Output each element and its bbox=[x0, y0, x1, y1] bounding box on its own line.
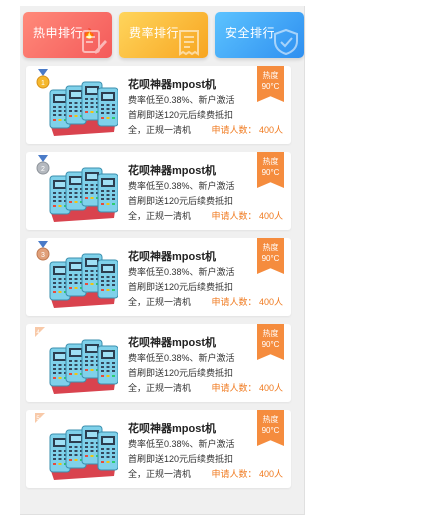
pos-machine-image bbox=[49, 339, 118, 394]
tab-hot-ranking[interactable]: 热申排行🔥 bbox=[23, 12, 112, 58]
heat-value: 90°C bbox=[261, 426, 280, 435]
heat-value: 90°C bbox=[261, 82, 280, 91]
pos-machine-image bbox=[49, 253, 118, 308]
applicant-count: 申请人数： 400人 bbox=[211, 383, 283, 393]
heat-label: 热度 bbox=[262, 243, 279, 252]
heat-label: 热度 bbox=[262, 329, 279, 338]
applicant-count: 申请人数： 400人 bbox=[211, 125, 283, 135]
heat-label: 热度 bbox=[262, 157, 279, 166]
heat-value: 90°C bbox=[261, 254, 280, 263]
product-title: 花呗神器mpost机 bbox=[128, 251, 216, 263]
product-title: 花呗神器mpost机 bbox=[128, 79, 216, 91]
heat-badge: 热度 90°C bbox=[257, 66, 284, 102]
product-card[interactable]: 4 花呗神器mpost机 费率低至0.38%、新户激活首刷即送120元后续费抵扣… bbox=[26, 324, 291, 402]
heat-badge: 热度 90°C bbox=[257, 238, 284, 274]
product-card[interactable]: 3 花呗神器mpost机 费率低至0.38%、新户激活首刷即送120元后续费抵扣… bbox=[26, 238, 291, 316]
heat-value: 90°C bbox=[261, 168, 280, 177]
heat-label: 热度 bbox=[262, 415, 279, 424]
receipt-icon bbox=[179, 30, 199, 56]
ranking-tabs: 热申排行🔥 费率排行 安全排行 bbox=[23, 12, 304, 64]
heat-value: 90°C bbox=[261, 340, 280, 349]
product-card[interactable]: 5 花呗神器mpost机 费率低至0.38%、新户激活首刷即送120元后续费抵扣… bbox=[26, 410, 291, 488]
heat-badge: 热度 90°C bbox=[257, 324, 284, 360]
pos-machine-image bbox=[49, 167, 118, 222]
rank-number: 1 bbox=[41, 80, 45, 87]
pos-machine-image bbox=[49, 81, 118, 136]
heat-badge: 热度 90°C bbox=[257, 410, 284, 446]
tab-safety-ranking[interactable]: 安全排行 bbox=[215, 12, 304, 58]
product-title: 花呗神器mpost机 bbox=[128, 423, 216, 435]
tab-rate-label: 费率排行 bbox=[129, 26, 180, 40]
shield-icon bbox=[274, 28, 298, 56]
product-title: 花呗神器mpost机 bbox=[128, 165, 216, 177]
product-title: 花呗神器mpost机 bbox=[128, 337, 216, 349]
tab-safety-label: 安全排行 bbox=[225, 26, 276, 40]
document-pen-icon bbox=[82, 30, 107, 54]
applicant-count: 申请人数： 400人 bbox=[211, 211, 283, 221]
applicant-count: 申请人数： 400人 bbox=[211, 469, 283, 479]
product-card[interactable]: 2 花呗神器mpost机 费率低至0.38%、新户激活首刷即送120元后续费抵扣… bbox=[26, 152, 291, 230]
rank-number: 2 bbox=[41, 166, 45, 173]
applicant-count: 申请人数： 400人 bbox=[211, 297, 283, 307]
heat-badge: 热度 90°C bbox=[257, 152, 284, 188]
tab-hot-label: 热申排行 bbox=[33, 26, 84, 40]
pos-machine-image bbox=[49, 425, 118, 480]
product-card[interactable]: 1 花呗神器mpost机 费率低至0.38%、新户激活首刷即送120元后续费抵扣… bbox=[26, 66, 291, 144]
tab-rate-ranking[interactable]: 费率排行 bbox=[119, 12, 208, 58]
heat-label: 热度 bbox=[262, 71, 279, 80]
ranking-panel: 热申排行🔥 费率排行 安全排行 1 花呗神器mpost机 费率低至0.38%、新… bbox=[20, 6, 305, 515]
rank-number: 3 bbox=[41, 252, 45, 259]
